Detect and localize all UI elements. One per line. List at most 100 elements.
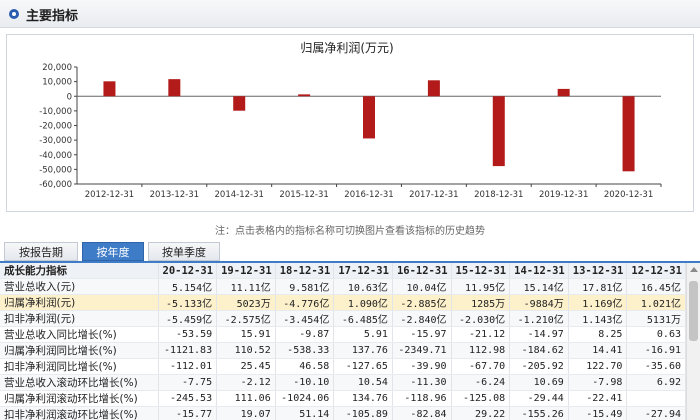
indicator-table-container: 成长能力指标 20-12-31 19-12-31 18-12-31 17-12-31 1… xyxy=(0,263,686,420)
column-header[interactable]: 16-12-31 xyxy=(392,263,452,279)
scroll-thumb[interactable] xyxy=(689,281,698,341)
tab-2[interactable]: 按单季度 xyxy=(148,242,220,261)
indicator-name-link[interactable]: 营业总收入滚动环比增长(%) xyxy=(0,374,159,391)
x-tick-label: 2014-12-31 xyxy=(215,190,264,200)
table-row: 扣非净利润(元) -5.459亿 -2.575亿 -3.454亿 -6.485亿 -2.8… xyxy=(0,310,686,327)
table-cell: 134.76 xyxy=(333,390,393,407)
column-header[interactable]: 20-12-31 xyxy=(158,263,218,279)
bar-2018-12-31 xyxy=(492,96,505,167)
table-cell: -112.01 xyxy=(158,358,218,375)
column-header[interactable]: 13-12-31 xyxy=(568,263,628,279)
table-cell: 19.07 xyxy=(216,406,276,420)
y-tick-label: 0 xyxy=(67,92,72,102)
table-cell: 10.69 xyxy=(509,374,569,391)
indicator-name-link[interactable]: 归属净利润滚动环比增长(%) xyxy=(0,390,159,407)
net-profit-chart: 归属净利润(万元) 20,000 10,000 0 -10,000 -20,000 -30… xyxy=(6,34,694,212)
y-tick-label: 10,000 xyxy=(42,78,72,88)
indicator-name-link[interactable]: 扣非净利润(元) xyxy=(0,310,159,327)
column-header[interactable]: 15-12-31 xyxy=(451,263,511,279)
tab-1[interactable]: 按年度 xyxy=(82,242,144,261)
table-cell: -7.75 xyxy=(158,374,218,391)
table-cell: 112.98 xyxy=(451,342,511,359)
table-cell: -1.210亿 xyxy=(509,310,569,327)
table-cell: 5.91 xyxy=(333,326,393,343)
x-tick-label: 2012-12-31 xyxy=(85,190,134,200)
table-cell: 1.143亿 xyxy=(568,310,628,327)
table-cell: 15.91 xyxy=(216,326,276,343)
table-cell: -35.60 xyxy=(626,358,686,375)
table-cell: -1121.83 xyxy=(158,342,218,359)
y-tick-label: -10,000 xyxy=(39,107,72,117)
table-cell: -118.96 xyxy=(392,390,452,407)
table-cell: -184.62 xyxy=(509,342,569,359)
vertical-scrollbar[interactable] xyxy=(686,263,700,420)
table-cell: -2.885亿 xyxy=(392,294,452,311)
table-cell: -15.49 xyxy=(568,406,628,420)
table-cell: 122.70 xyxy=(568,358,628,375)
x-tick-label: 2013-12-31 xyxy=(150,190,199,200)
x-tick-label: 2015-12-31 xyxy=(279,190,328,200)
table-row: 营业总收入(元) 5.154亿 11.11亿 9.581亿 10.63亿 10.04亿 11… xyxy=(0,278,686,295)
indicator-name-link[interactable]: 营业总收入(元) xyxy=(0,278,159,295)
table-row: 营业总收入同比增长(%) -53.59 15.91 -9.87 5.91 -15.97 -2… xyxy=(0,326,686,343)
x-tick-label: 2018-12-31 xyxy=(474,190,523,200)
table-cell: -22.41 xyxy=(568,390,628,407)
indicator-name-link[interactable]: 归属净利润同比增长(%) xyxy=(0,342,159,359)
indicator-name-link[interactable]: 扣非净利润同比增长(%) xyxy=(0,358,159,375)
table-cell: -15.97 xyxy=(392,326,452,343)
column-header[interactable]: 14-12-31 xyxy=(509,263,569,279)
table-cell: -4.776亿 xyxy=(275,294,335,311)
table-cell: -39.90 xyxy=(392,358,452,375)
column-header[interactable]: 18-12-31 xyxy=(275,263,335,279)
table-cell: 16.45亿 xyxy=(626,278,686,295)
indicator-name-link[interactable]: 归属净利润(元) xyxy=(0,294,159,311)
table-cell: -15.77 xyxy=(158,406,218,420)
table-cell xyxy=(626,390,686,407)
indicator-name-link[interactable]: 扣非净利润滚动环比增长(%) xyxy=(0,406,159,420)
y-tick-label: -50,000 xyxy=(39,165,72,175)
section-header: 主要指标 xyxy=(0,0,700,28)
table-cell: 1.169亿 xyxy=(568,294,628,311)
table-cell: -9884万 xyxy=(509,294,569,311)
table-cell: -27.94 xyxy=(626,406,686,420)
table-cell: 1.090亿 xyxy=(333,294,393,311)
table-cell: -29.44 xyxy=(509,390,569,407)
indicator-name-link[interactable]: 营业总收入同比增长(%) xyxy=(0,326,159,343)
table-row: 归属净利润同比增长(%) -1121.83 110.52 -538.33 137.76-… xyxy=(0,342,686,359)
table-cell: 10.63亿 xyxy=(333,278,393,295)
table-row: 营业总收入滚动环比增长(%) -7.75 -2.12 -10.10 10.54 -11.3… xyxy=(0,374,686,391)
table-cell: 25.45 xyxy=(216,358,276,375)
section-title: 主要指标 xyxy=(26,9,79,24)
table-cell: -127.65 xyxy=(333,358,393,375)
column-header[interactable]: 19-12-31 xyxy=(216,263,276,279)
x-tick-label: 2019-12-31 xyxy=(539,190,588,200)
table-cell: -155.26 xyxy=(509,406,569,420)
table-cell: -53.59 xyxy=(158,326,218,343)
table-cell: -14.97 xyxy=(509,326,569,343)
tab-0[interactable]: 按报告期 xyxy=(4,242,78,261)
bar-2014-12-31 xyxy=(233,96,246,111)
table-cell: 9.581亿 xyxy=(275,278,335,295)
scroll-up-arrow-icon[interactable] xyxy=(690,267,698,272)
table-row: 扣非净利润同比增长(%) -112.01 25.45 46.58 -127.65 -39.… xyxy=(0,358,686,375)
table-cell: -538.33 xyxy=(275,342,335,359)
table-cell: 1.021亿 xyxy=(626,294,686,311)
column-header[interactable]: 17-12-31 xyxy=(333,263,393,279)
table-cell: 10.04亿 xyxy=(392,278,452,295)
table-cell: 15.14亿 xyxy=(509,278,569,295)
table-cell: 46.58 xyxy=(275,358,335,375)
table-cell: 11.95亿 xyxy=(451,278,511,295)
bar-2017-12-31 xyxy=(427,80,440,97)
bar-2016-12-31 xyxy=(363,96,375,139)
table-cell: 8.25 xyxy=(568,326,628,343)
table-cell: 14.41 xyxy=(568,342,628,359)
table-row: 归属净利润滚动环比增长(%) -245.53 111.06 -1024.06 134.7… xyxy=(0,390,686,407)
table-cell: 111.06 xyxy=(216,390,276,407)
table-cell: -105.89 xyxy=(333,406,393,420)
table-cell: 29.22 xyxy=(451,406,511,420)
table-cell: -82.84 xyxy=(392,406,452,420)
table-cell: -9.87 xyxy=(275,326,335,343)
table-cell: -10.10 xyxy=(275,374,335,391)
table-cell: -2.030亿 xyxy=(451,310,511,327)
column-header[interactable]: 12-12-31 xyxy=(626,263,686,279)
